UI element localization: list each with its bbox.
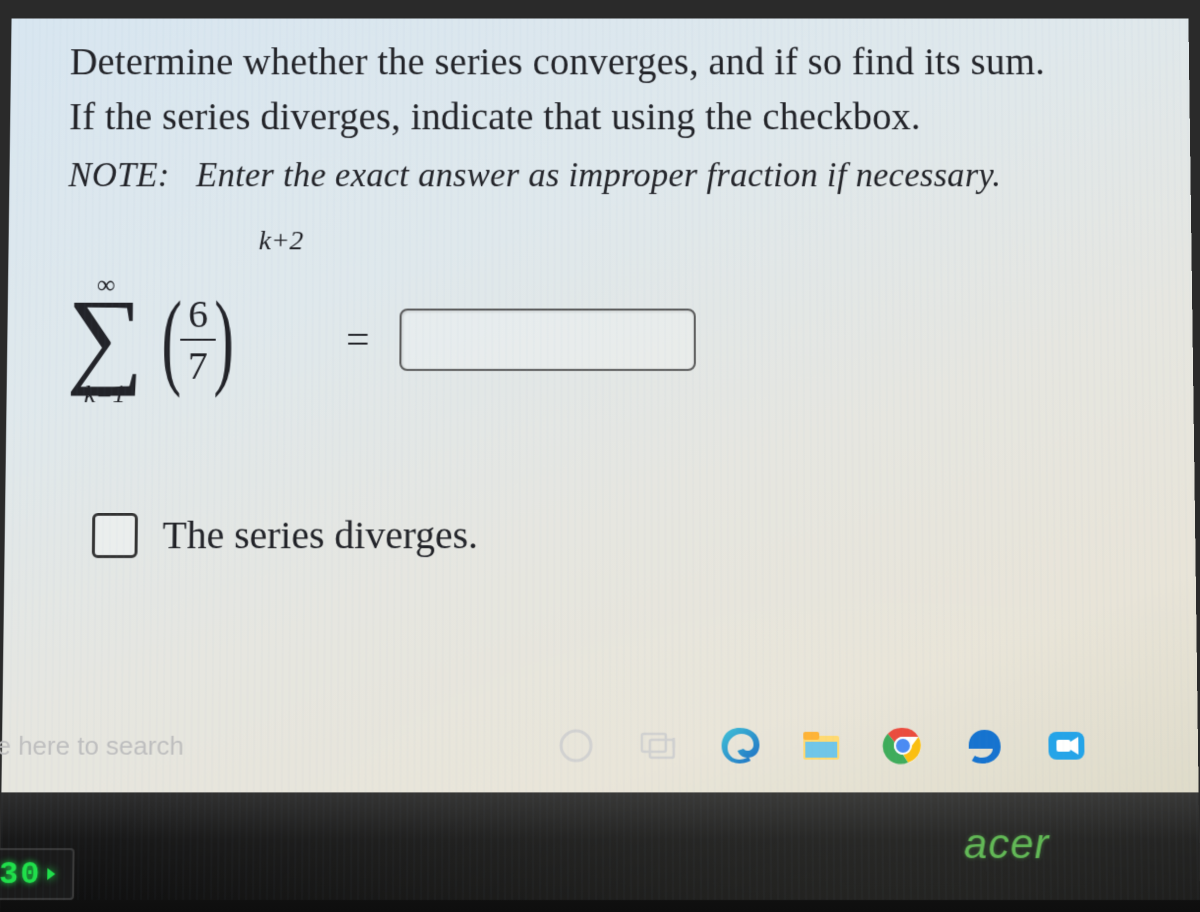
diverges-label: The series diverges. — [162, 512, 478, 558]
taskbar: pe here to search — [0, 701, 1199, 790]
led-indicator: 30 — [0, 848, 75, 900]
fraction-denominator: 7 — [188, 345, 208, 387]
fraction: 6 7 — [180, 293, 216, 387]
file-explorer-icon[interactable] — [799, 724, 843, 768]
acer-logo: acer — [964, 820, 1050, 868]
note-label: NOTE: — [68, 156, 169, 194]
summation-expression: ∞ ∑ k=1 ( 6 7 ) k+2 — [66, 273, 303, 407]
right-paren-icon: ) — [214, 302, 235, 377]
equation-row: ∞ ∑ k=1 ( 6 7 ) k+2 = — [66, 273, 1164, 407]
taskbar-search-text[interactable]: pe here to search — [0, 730, 184, 761]
sigma-icon: ∞ ∑ k=1 — [66, 273, 145, 407]
problem-page: Determine whether the series converges, … — [4, 19, 1196, 601]
sigma-lower-bound: k=1 — [84, 382, 126, 407]
problem-line-2: If the series diverges, indicate that us… — [69, 96, 921, 137]
cortana-circle-icon[interactable] — [554, 724, 598, 768]
note-line: NOTE: Enter the exact answer as improper… — [68, 156, 1161, 195]
problem-line-1: Determine whether the series converges, … — [70, 42, 1045, 83]
base-fraction: ( 6 7 ) — [153, 293, 242, 387]
task-view-icon[interactable] — [636, 724, 680, 768]
left-paren-icon: ( — [162, 302, 183, 377]
diverges-row: The series diverges. — [88, 510, 1166, 561]
edge-legacy-icon[interactable] — [963, 724, 1007, 768]
diverges-checkbox[interactable] — [92, 513, 138, 558]
problem-statement: Determine whether the series converges, … — [69, 36, 1161, 145]
sigma-symbol: ∑ — [66, 296, 144, 380]
exponent: k+2 — [259, 226, 304, 257]
edge-icon[interactable] — [718, 724, 762, 768]
camera-app-icon[interactable] — [1044, 724, 1088, 768]
fraction-bar — [180, 339, 216, 341]
chrome-icon[interactable] — [881, 724, 925, 768]
led-value: 30 — [0, 856, 42, 893]
answer-input[interactable] — [399, 309, 696, 371]
note-body: Enter the exact answer as improper fract… — [196, 156, 1001, 194]
equals-sign: = — [346, 316, 370, 363]
taskbar-icons — [554, 724, 1088, 768]
fraction-numerator: 6 — [188, 293, 208, 335]
play-triangle-icon — [47, 868, 55, 880]
